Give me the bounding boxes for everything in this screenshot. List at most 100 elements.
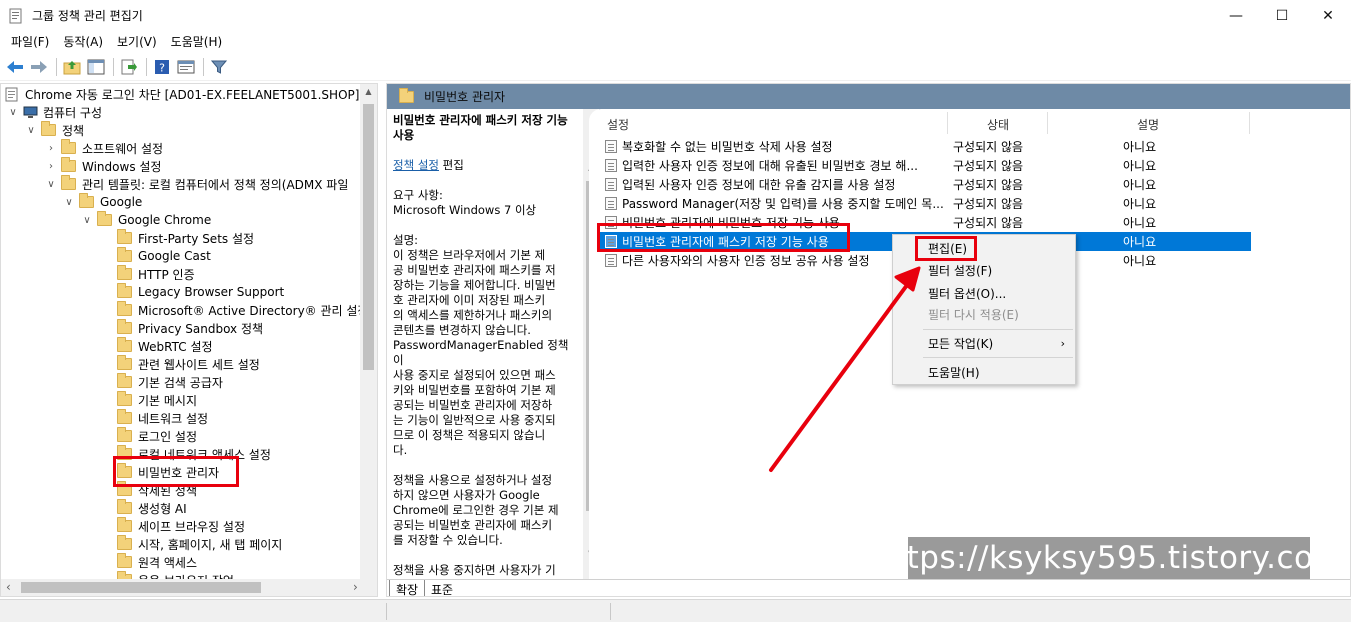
policy-comment: 아니요 [1123,159,1157,173]
menu-bar: 파일(F) 동작(A) 보기(V) 도움말(H) [0,31,1351,52]
scroll-left-arrow-icon[interactable]: ‹ [6,580,11,594]
tree-windows-settings[interactable]: › Windows 설정 [45,157,161,175]
back-arrow-icon[interactable] [4,56,26,78]
folder-icon [399,87,414,103]
close-button[interactable]: ✕ [1305,0,1351,31]
context-help[interactable]: 도움말(H) [893,362,1075,382]
tree-google-label: Google [100,195,143,209]
folder-icon [117,355,132,370]
tree-vertical-scrollbar[interactable]: ▲ [360,84,377,581]
context-all-tasks[interactable]: 모든 작업(K) › [893,333,1075,353]
tree-root[interactable]: Chrome 자동 로그인 차단 [AD01-EX.FEELANET5001.S… [5,85,374,103]
context-filter-settings[interactable]: 필터 설정(F) [893,260,1075,280]
chevron-down-icon[interactable]: ∨ [7,107,19,118]
column-divider[interactable] [947,112,948,134]
scroll-up-arrow-icon[interactable]: ▲ [360,87,377,96]
policy-settings-link[interactable]: 정책 설정 [393,158,439,172]
column-divider[interactable] [1047,112,1048,134]
tree-item[interactable]: 세이프 브라우징 설정 [117,517,245,535]
menu-view[interactable]: 보기(V) [110,33,164,50]
tree-item[interactable]: First-Party Sets 설정 [117,229,254,247]
menu-help[interactable]: 도움말(H) [164,33,230,50]
tree-item[interactable]: Legacy Browser Support [117,283,284,301]
policy-row[interactable]: Password Manager(저장 및 입력)를 사용 중지할 도메인 목.… [599,194,1251,213]
tree-software-settings[interactable]: › 소프트웨어 설정 [45,139,163,157]
description-line: 호 관리자에 이미 저장된 패스키 [393,293,546,307]
policy-row[interactable]: 입력한 사용자 인증 정보에 대해 유출된 비밀번호 경보 해... 구성되지 않… [599,156,1251,175]
filter-icon[interactable] [208,56,230,78]
policy-row[interactable]: 입력된 사용자 인증 정보에 대한 유출 감지를 사용 설정 구성되지 않음 아니요 [599,175,1251,194]
description-line: 하지 않으면 사용자가 Google [393,488,540,502]
tree-item[interactable]: HTTP 인증 [117,265,195,283]
description-line: 공되는 비밀번호 관리자에 저장하 [393,398,553,412]
tree-item[interactable]: 로그인 설정 [117,427,197,445]
tree-item[interactable]: 기본 검색 공급자 [117,373,223,391]
policy-state: 구성되지 않음 [953,197,1024,211]
tree-item-label: Legacy Browser Support [138,285,285,299]
column-comment[interactable]: 설명 [1137,114,1159,134]
tree-policies[interactable]: ∨ 정책 [25,121,84,139]
menu-action[interactable]: 동작(A) [56,33,110,50]
description-line: 키와 비밀번호를 포함하여 기본 제 [393,383,556,397]
folder-icon [117,337,132,352]
column-divider[interactable] [1249,112,1250,134]
tree-item[interactable]: Privacy Sandbox 정책 [117,319,263,337]
tree-horizontal-scrollbar[interactable]: ‹ › [1,579,377,596]
export-list-icon[interactable] [118,56,140,78]
tab-standard[interactable]: 표준 [425,580,459,596]
context-filter-options[interactable]: 필터 옵션(O)... [893,283,1075,303]
toolbar-separator [146,58,147,76]
tree-computer-config[interactable]: ∨ 컴퓨터 구성 [7,103,102,121]
details-header-title: 비밀번호 관리자 [424,90,506,104]
scroll-right-arrow-icon[interactable]: › [353,580,358,594]
details-header: 비밀번호 관리자 [387,84,1350,109]
tree-item[interactable]: 시작, 홈페이지, 새 탭 페이지 [117,535,282,553]
tree-google[interactable]: ∨ Google [63,193,142,211]
tree-hscroll-thumb[interactable] [21,582,261,593]
view-tabs: 확장 표준 [387,579,1350,596]
policy-setting-icon [605,197,617,210]
help-icon[interactable]: ? [151,56,173,78]
tab-extended[interactable]: 확장 [389,580,426,596]
description-text: 이 정책은 브라우저에서 기본 제공 비밀번호 관리자에 패스키를 저 장하는 기… [393,248,577,579]
tree-item[interactable]: 기본 메시지 [117,391,197,409]
tree-item[interactable]: 생성형 AI [117,499,187,517]
policy-row[interactable]: 복호화할 수 없는 비밀번호 삭제 사용 설정 구성되지 않음 아니요 [599,137,1251,156]
tree-item[interactable]: 네트워크 설정 [117,409,208,427]
column-setting[interactable]: 설정 [607,114,629,134]
tree-item-label: 네트워크 설정 [138,411,209,426]
chevron-right-icon[interactable]: › [45,161,57,172]
chevron-down-icon[interactable]: ∨ [63,197,75,208]
tree-item[interactable]: 관련 웹사이트 세트 설정 [117,355,260,373]
chevron-down-icon[interactable]: ∨ [25,125,37,136]
policy-comment: 아니요 [1123,140,1157,154]
description-line [393,458,577,473]
chevron-down-icon[interactable]: ∨ [81,215,93,226]
tree-item[interactable]: Google Cast [117,247,211,265]
folder-icon [117,427,132,442]
column-state[interactable]: 상태 [987,114,1009,134]
maximize-button[interactable]: ☐ [1259,0,1305,31]
group-policy-app-icon [8,8,24,24]
tree-scroll-thumb[interactable] [363,104,374,370]
tree-item-label: 원격 액세스 [138,555,198,570]
tree-item[interactable]: 원격 액세스 [117,553,197,571]
chevron-right-icon[interactable]: › [45,143,57,154]
properties-icon[interactable] [175,56,197,78]
tree-item[interactable]: WebRTC 설정 [117,337,213,355]
policy-name: 입력한 사용자 인증 정보에 대해 유출된 비밀번호 경보 해... [622,159,918,173]
tree-admin-templates[interactable]: ∨ 관리 템플릿: 로컬 컴퓨터에서 정책 정의(ADMX 파일 [45,175,348,193]
policy-tree-pane[interactable]: Chrome 자동 로그인 차단 [AD01-EX.FEELANET5001.S… [0,83,378,597]
chevron-down-icon[interactable]: ∨ [45,179,57,190]
minimize-button[interactable]: — [1213,0,1259,31]
menu-file[interactable]: 파일(F) [4,33,56,50]
status-bar [0,599,1351,622]
tree-google-chrome[interactable]: ∨ Google Chrome [81,211,211,229]
forward-arrow-icon[interactable] [28,56,50,78]
up-folder-icon[interactable] [61,56,83,78]
tree-item-label: 세이프 브라우징 설정 [138,519,245,534]
show-hide-tree-icon[interactable] [85,56,107,78]
tree-item[interactable]: Microsoft® Active Directory® 관리 설정 [117,301,368,319]
tree-item-label: Google Cast [138,249,211,263]
tree-root-label: Chrome 자동 로그인 차단 [AD01-EX.FEELANET5001.S… [25,87,375,102]
